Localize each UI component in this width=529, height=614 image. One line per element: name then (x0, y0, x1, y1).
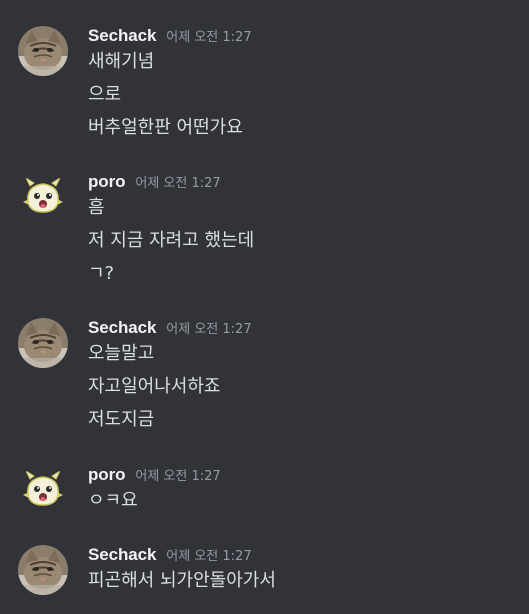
message-text: 오늘말고 (88, 343, 155, 364)
message-text: 저 지금 자려고 했는데 (88, 230, 255, 251)
message-text: 저도지금 (88, 409, 155, 430)
message-text: 버추얼한판 어떤가요 (88, 117, 243, 138)
message-text: 으로 (88, 84, 122, 105)
timestamp[interactable]: 어제 오전 1:27 (166, 545, 251, 564)
message-header: Sechack 어제 오전 1:27 (88, 545, 252, 569)
username[interactable]: Sechack (88, 318, 156, 338)
message-text: ㅇㅋ요 (88, 490, 138, 511)
message-header: poro 어제 오전 1:27 (88, 172, 221, 196)
timestamp[interactable]: 어제 오전 1:27 (166, 318, 251, 337)
cat-avatar-icon[interactable] (18, 318, 68, 368)
message-text: 흠 (88, 197, 105, 218)
message-header: Sechack 어제 오전 1:27 (88, 318, 252, 342)
timestamp[interactable]: 어제 오전 1:27 (166, 26, 251, 45)
username[interactable]: Sechack (88, 545, 156, 565)
chat-message-list: Sechack 어제 오전 1:27 새해기념 으로 버추얼한판 어떤가요 po… (0, 0, 529, 614)
poro-avatar-icon[interactable] (18, 172, 68, 222)
message-header: poro 어제 오전 1:27 (88, 465, 221, 489)
poro-avatar-icon[interactable] (18, 465, 68, 515)
message-text: 새해기념 (88, 51, 155, 72)
cat-avatar-icon[interactable] (18, 26, 68, 76)
username[interactable]: poro (88, 172, 125, 192)
timestamp[interactable]: 어제 오전 1:27 (135, 172, 220, 191)
cat-avatar-icon[interactable] (18, 545, 68, 595)
username[interactable]: Sechack (88, 26, 156, 46)
timestamp[interactable]: 어제 오전 1:27 (135, 465, 220, 484)
message-header: Sechack 어제 오전 1:27 (88, 26, 252, 50)
message-text: ㄱ? (88, 263, 115, 284)
message-text: 피곤해서 뇌가안돌아가서 (88, 570, 276, 591)
username[interactable]: poro (88, 465, 125, 485)
message-text: 자고일어나서하죠 (88, 376, 221, 397)
